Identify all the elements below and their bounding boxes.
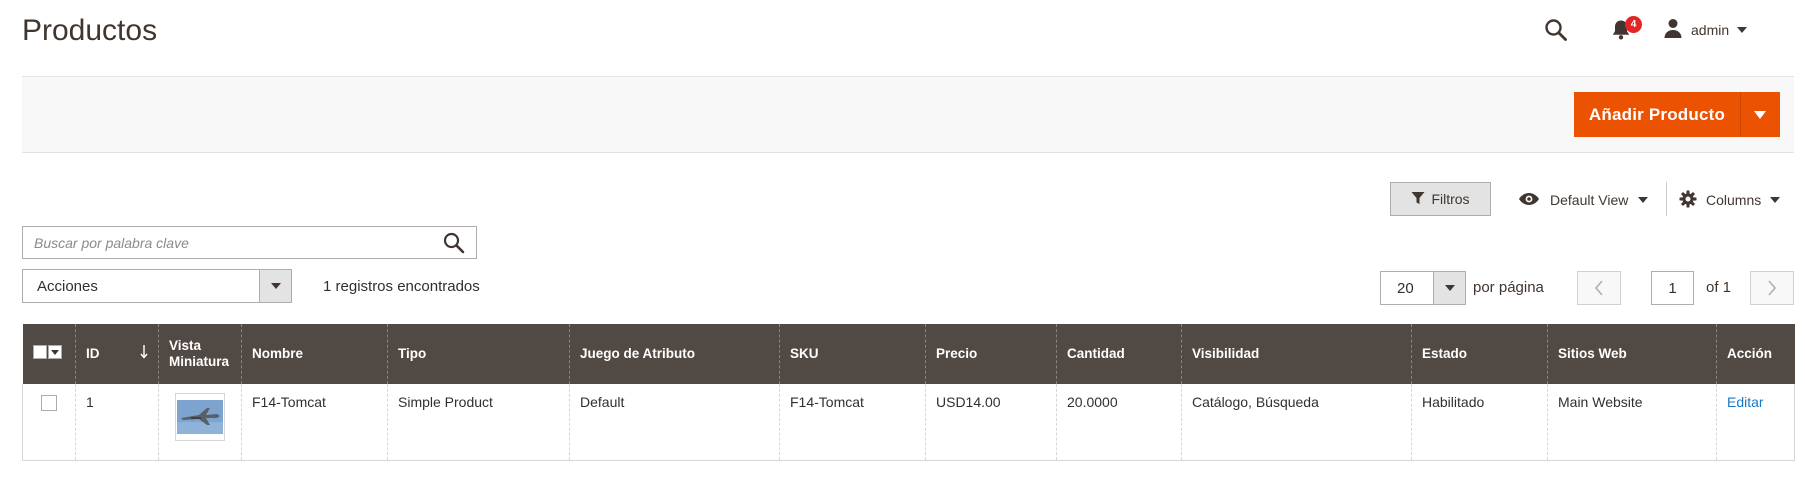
toolbar-divider	[1666, 182, 1667, 216]
column-header-quantity[interactable]: Cantidad	[1056, 324, 1182, 384]
chevron-down-icon	[1737, 27, 1748, 33]
column-header-status[interactable]: Estado	[1411, 324, 1548, 384]
row-checkbox[interactable]	[41, 395, 57, 411]
chevron-down-icon	[1444, 285, 1455, 291]
cell-attribute-set: Default	[569, 384, 780, 461]
global-search-icon[interactable]	[1544, 18, 1570, 44]
user-menu[interactable]: admin	[1663, 17, 1748, 43]
table-row[interactable]: 1 F14-Tomcat Simple Product Default F14-…	[22, 384, 1795, 461]
add-product-options-toggle[interactable]	[1740, 92, 1780, 137]
grid-header-row: ID Vista Miniatura Nombre Tipo Juego de …	[22, 324, 1795, 384]
cell-sku: F14-Tomcat	[779, 384, 926, 461]
column-header-sku[interactable]: SKU	[779, 324, 926, 384]
add-product-button-group: Añadir Producto	[1574, 92, 1780, 137]
row-select-cell	[22, 384, 76, 461]
per-page-select[interactable]: 20	[1380, 271, 1466, 305]
user-icon	[1663, 18, 1683, 43]
cell-type: Simple Product	[387, 384, 570, 461]
page-number-input[interactable]	[1651, 271, 1694, 305]
chevron-right-icon	[1768, 280, 1777, 296]
mass-actions-select[interactable]: Acciones	[22, 269, 292, 303]
chevron-down-icon	[1754, 110, 1766, 119]
header-actions: 4 admin	[1485, 14, 1805, 44]
eye-icon	[1518, 192, 1540, 209]
column-header-action: Acción	[1716, 324, 1795, 384]
gear-icon	[1679, 190, 1697, 211]
cell-thumbnail	[158, 384, 242, 461]
cell-status: Habilitado	[1411, 384, 1548, 461]
mass-select-header	[22, 324, 76, 384]
products-grid: ID Vista Miniatura Nombre Tipo Juego de …	[22, 324, 1795, 461]
view-label: Default View	[1550, 192, 1629, 208]
mass-select-checkbox[interactable]	[32, 345, 62, 359]
chevron-down-icon	[270, 283, 281, 289]
chevron-down-icon	[1770, 197, 1781, 203]
page-actions-bar: Añadir Producto	[22, 76, 1794, 153]
cell-action: Editar	[1716, 384, 1795, 461]
add-product-button[interactable]: Añadir Producto	[1574, 92, 1740, 137]
column-header-price[interactable]: Precio	[925, 324, 1057, 384]
total-pages: of 1	[1706, 279, 1732, 296]
product-thumbnail[interactable]	[175, 393, 225, 441]
cell-id: 1	[75, 384, 159, 461]
column-header-websites[interactable]: Sitios Web	[1547, 324, 1717, 384]
mass-actions-label: Acciones	[37, 278, 98, 295]
column-header-thumbnail[interactable]: Vista Miniatura	[158, 324, 242, 384]
edit-link[interactable]: Editar	[1727, 394, 1764, 410]
grid-top-toolbar: Filtros Default View Columns	[0, 182, 1805, 218]
cell-visibility: Catálogo, Búsqueda	[1181, 384, 1412, 461]
records-found-count: 1 registros encontrados	[323, 278, 480, 295]
chevron-left-icon	[1594, 280, 1603, 296]
filters-button[interactable]: Filtros	[1390, 182, 1491, 216]
column-header-attribute-set[interactable]: Juego de Atributo	[569, 324, 780, 384]
keyword-search-box	[22, 226, 477, 259]
columns-label: Columns	[1706, 192, 1762, 208]
column-header-label: ID	[86, 346, 100, 361]
cell-price: USD14.00	[925, 384, 1057, 461]
mass-select-dropdown	[47, 345, 62, 359]
funnel-icon	[1411, 191, 1425, 208]
previous-page-button[interactable]	[1577, 271, 1621, 305]
select-arrow	[259, 270, 291, 302]
next-page-button[interactable]	[1750, 271, 1794, 305]
user-name: admin	[1691, 22, 1730, 38]
keyword-search-input[interactable]	[23, 227, 433, 258]
checkbox	[32, 345, 47, 359]
notification-count-badge[interactable]: 4	[1625, 16, 1642, 33]
arrow-down-icon	[140, 345, 148, 363]
page-title: Productos	[22, 14, 158, 47]
search-icon[interactable]	[440, 230, 468, 256]
view-switcher[interactable]: Default View	[1518, 188, 1649, 212]
cell-quantity: 20.0000	[1056, 384, 1182, 461]
column-header-id[interactable]: ID	[75, 324, 159, 384]
jet-aircraft-photo-icon	[177, 400, 223, 434]
select-arrow	[1433, 272, 1465, 304]
filters-label: Filtros	[1431, 191, 1470, 207]
per-page-value: 20	[1397, 280, 1414, 297]
cell-websites: Main Website	[1547, 384, 1717, 461]
column-header-name[interactable]: Nombre	[241, 324, 388, 384]
chevron-down-icon	[1638, 197, 1649, 203]
cell-name: F14-Tomcat	[241, 384, 388, 461]
per-page-label: por página	[1473, 279, 1544, 296]
column-header-type[interactable]: Tipo	[387, 324, 570, 384]
columns-control[interactable]: Columns	[1679, 188, 1781, 212]
column-header-visibility[interactable]: Visibilidad	[1181, 324, 1412, 384]
chevron-down-icon	[50, 349, 59, 355]
